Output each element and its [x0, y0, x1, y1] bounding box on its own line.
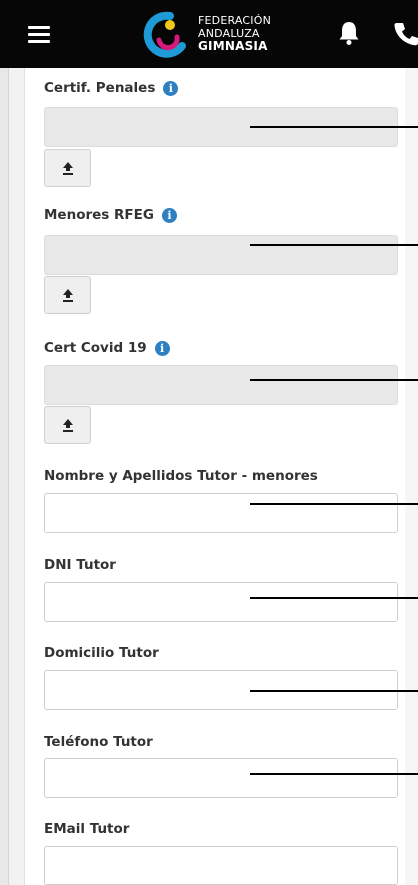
info-icon[interactable]: i	[154, 340, 170, 356]
cert-covid-label: Cert Covid 19 i	[44, 340, 170, 356]
dni-tutor-input[interactable]	[44, 582, 398, 622]
info-icon[interactable]: i	[161, 207, 177, 223]
annotation-line	[250, 773, 418, 775]
info-icon[interactable]: i	[163, 80, 179, 96]
menores-rfeg-file-field[interactable]	[44, 235, 398, 275]
email-tutor-input[interactable]	[44, 846, 398, 885]
annotation-line	[250, 597, 418, 599]
bell-icon[interactable]	[338, 20, 360, 46]
cert-covid-upload-button[interactable]	[44, 406, 91, 444]
cert-covid-label-text: Cert Covid 19	[44, 340, 147, 356]
domicilio-tutor-label: Domicilio Tutor	[44, 645, 159, 661]
telefono-tutor-label: Teléfono Tutor	[44, 734, 153, 750]
upload-icon	[62, 289, 73, 302]
annotation-line	[250, 244, 418, 246]
annotation-line	[250, 690, 418, 692]
upload-icon	[62, 419, 73, 432]
menores-rfeg-label-text: Menores RFEG	[44, 207, 154, 223]
cert-penales-upload-button[interactable]	[44, 149, 91, 187]
left-gutter	[0, 68, 9, 885]
email-tutor-label: EMail Tutor	[44, 821, 130, 837]
menores-rfeg-label: Menores RFEG i	[44, 207, 177, 223]
annotation-line	[250, 503, 418, 505]
phone-icon[interactable]	[393, 20, 418, 46]
brand-line-1: FEDERACIÓN	[198, 14, 272, 27]
logo[interactable]	[140, 10, 188, 58]
brand-name[interactable]: FEDERACIÓN ANDALUZA GIMNASIA	[198, 14, 271, 53]
upload-icon	[62, 162, 73, 175]
annotation-line	[250, 379, 418, 381]
cert-covid-file-field[interactable]	[44, 365, 398, 405]
menu-icon[interactable]	[28, 26, 50, 44]
top-bar: FEDERACIÓN ANDALUZA GIMNASIA	[0, 0, 418, 68]
right-gutter	[405, 68, 418, 885]
cert-penales-label-text: Certif. Penales	[44, 80, 156, 96]
dni-tutor-label: DNI Tutor	[44, 557, 116, 573]
nombre-tutor-input[interactable]	[44, 493, 398, 533]
telefono-tutor-input[interactable]	[44, 758, 398, 798]
annotation-line	[250, 126, 418, 128]
cert-penales-label: Certif. Penales i	[44, 80, 179, 96]
nombre-tutor-label: Nombre y Apellidos Tutor - menores	[44, 468, 318, 484]
menores-rfeg-upload-button[interactable]	[44, 276, 91, 314]
brand-line-3: GIMNASIA	[198, 39, 268, 53]
